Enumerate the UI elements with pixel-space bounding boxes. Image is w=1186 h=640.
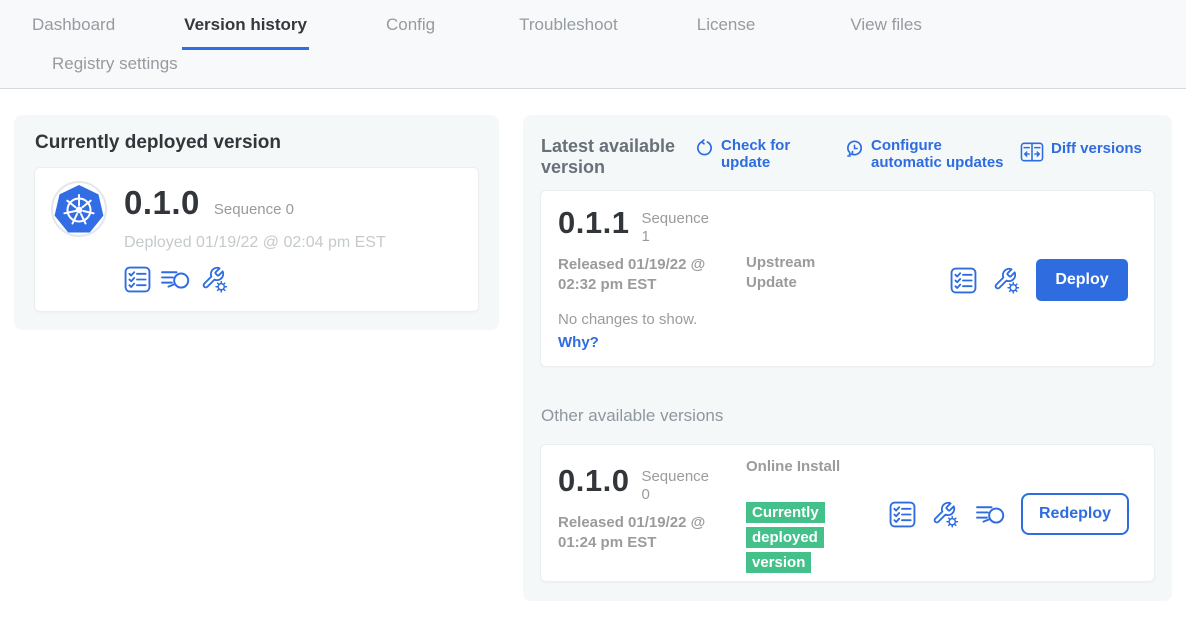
latest-released-timestamp: Released 01/19/22 @ 02:32 pm EST <box>558 255 743 294</box>
other-released-timestamp: Released 01/19/22 @ 01:24 pm EST <box>558 513 743 552</box>
diff-versions-label: Diff versions <box>1051 140 1142 163</box>
tab-troubleshoot[interactable]: Troubleshoot <box>517 15 620 47</box>
preflight-checklist-icon[interactable] <box>889 501 916 528</box>
other-source-label: Online Install <box>746 457 846 477</box>
latest-sequence-label: Sequence 1 <box>641 205 713 246</box>
deployed-timestamp: Deployed 01/19/22 @ 02:04 pm EST <box>124 234 386 252</box>
configure-automatic-updates-link[interactable]: Configure automatic updates <box>845 137 1010 172</box>
tab-version-history[interactable]: Version history <box>182 15 309 50</box>
refresh-icon <box>695 138 714 157</box>
check-for-update-label: Check for update <box>721 137 800 172</box>
deployed-sequence-label: Sequence 0 <box>214 201 294 218</box>
tab-dashboard[interactable]: Dashboard <box>30 15 117 47</box>
tab-license[interactable]: License <box>695 15 758 47</box>
currently-deployed-panel: Currently deployed version <box>14 115 499 330</box>
check-for-update-link[interactable]: Check for update <box>695 137 800 172</box>
redeploy-button[interactable]: Redeploy <box>1021 493 1129 535</box>
nav-row-2: Registry settings <box>0 50 1186 88</box>
tab-registry-settings[interactable]: Registry settings <box>50 54 180 85</box>
version-history-page: Currently deployed version <box>0 89 1186 631</box>
why-link[interactable]: Why? <box>558 334 599 351</box>
deploy-logs-icon[interactable] <box>975 501 1006 528</box>
deploy-logs-icon[interactable] <box>160 266 191 293</box>
no-changes-note: No changes to show. <box>558 311 697 328</box>
auto-update-clock-icon <box>845 138 864 157</box>
tab-view-files[interactable]: View files <box>848 15 924 47</box>
edit-config-wrench-icon[interactable] <box>992 266 1021 295</box>
diff-versions-link[interactable]: Diff versions <box>1020 140 1142 163</box>
deployed-version-card: 0.1.0 Sequence 0 Deployed 01/19/22 @ 02:… <box>34 167 479 312</box>
nav-row-1: Dashboard Version history Config Trouble… <box>0 0 1186 50</box>
other-versions-title: Other available versions <box>541 406 723 426</box>
top-nav: Dashboard Version history Config Trouble… <box>0 0 1186 89</box>
latest-source-label: Upstream Update <box>746 253 846 292</box>
latest-panel-title: Latest available version <box>541 136 701 177</box>
currently-deployed-badge: Currently deployed version <box>746 501 838 575</box>
edit-config-wrench-icon[interactable] <box>931 500 960 529</box>
deploy-button[interactable]: Deploy <box>1036 259 1128 301</box>
latest-available-panel: Latest available version Check for updat… <box>523 115 1172 601</box>
diff-icon <box>1020 141 1044 163</box>
preflight-checklist-icon[interactable] <box>950 267 977 294</box>
deployed-panel-title: Currently deployed version <box>35 132 281 154</box>
currently-deployed-badge-text: Currently deployed version <box>746 502 825 573</box>
preflight-checklist-icon[interactable] <box>124 266 151 293</box>
tab-config[interactable]: Config <box>384 15 437 47</box>
deployed-version-number: 0.1.0 <box>124 184 200 222</box>
other-version-card: 0.1.0 Sequence 0 Released 01/19/22 @ 01:… <box>540 444 1155 582</box>
edit-config-wrench-icon[interactable] <box>200 265 229 294</box>
other-sequence-label: Sequence 0 <box>641 463 713 504</box>
kubernetes-logo <box>51 181 107 237</box>
latest-version-number: 0.1.1 <box>558 205 629 246</box>
configure-automatic-updates-label: Configure automatic updates <box>871 137 1010 172</box>
latest-version-card: 0.1.1 Sequence 1 Released 01/19/22 @ 02:… <box>540 190 1155 367</box>
other-version-number: 0.1.0 <box>558 463 629 504</box>
